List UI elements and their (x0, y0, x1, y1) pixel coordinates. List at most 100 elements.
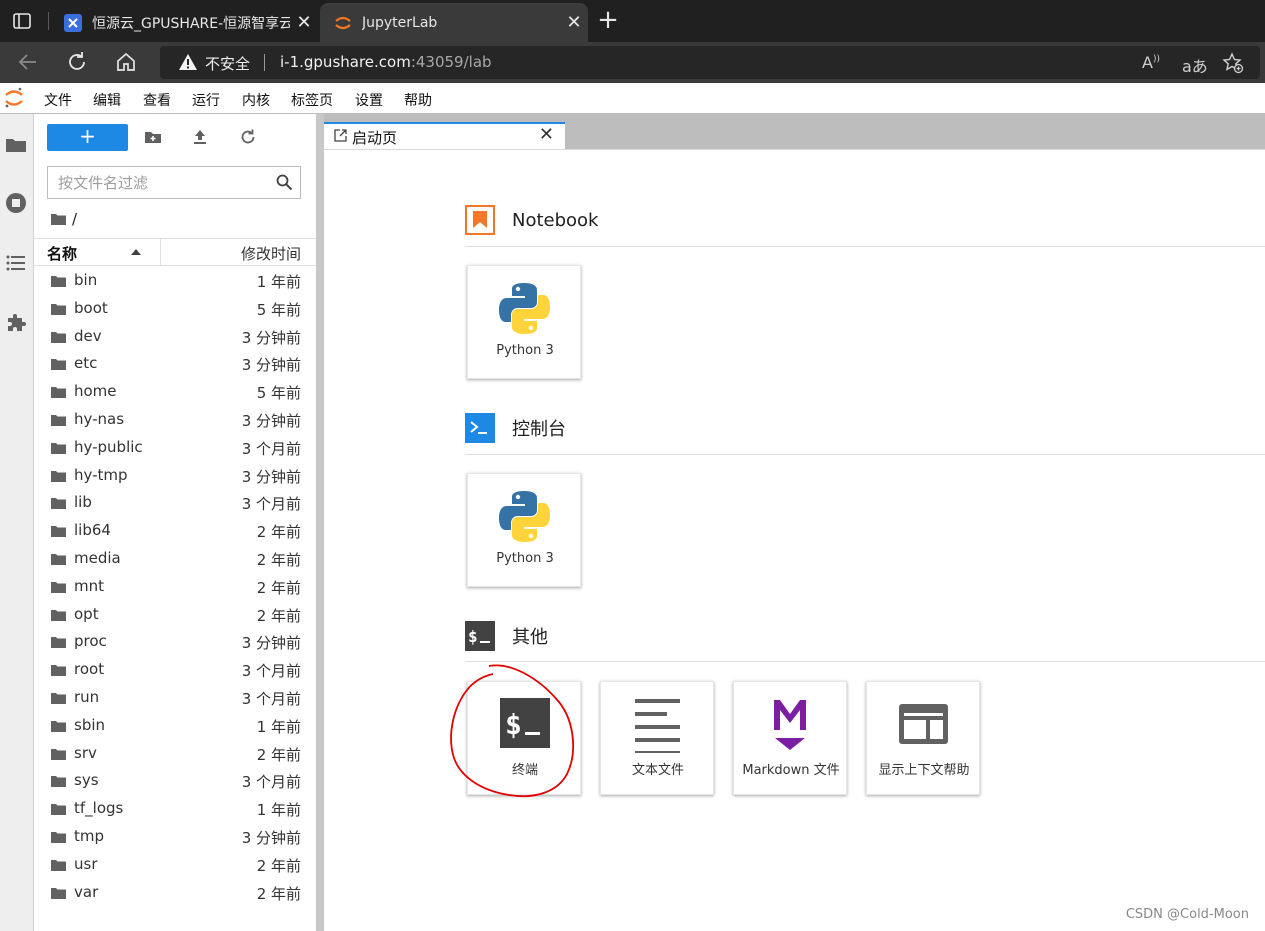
tab-launcher[interactable]: 启动页 ✕ (324, 122, 565, 150)
file-row[interactable]: tmp 3 分钟前 (34, 823, 316, 851)
tab-close-icon[interactable]: ✕ (560, 12, 588, 33)
close-icon[interactable]: ✕ (539, 124, 554, 145)
jupyter-favicon-icon (335, 16, 351, 29)
file-row[interactable]: mnt 2 年前 (34, 573, 316, 601)
new-launcher-button[interactable]: + (47, 124, 128, 151)
file-row[interactable]: lib64 2 年前 (34, 517, 316, 545)
breadcrumb-root[interactable]: / (72, 210, 77, 228)
panel-resize-handle[interactable] (316, 114, 324, 931)
security-label[interactable]: 不安全 (205, 53, 250, 74)
contextual-help-card[interactable]: 显示上下文帮助 (866, 681, 980, 795)
file-name: sbin (74, 715, 106, 734)
url-text[interactable]: i-1.gpushare.com:43059/lab (280, 53, 492, 71)
main-tab-bar: 启动页 ✕ (324, 114, 1265, 150)
file-row[interactable]: lib 3 个月前 (34, 489, 316, 517)
file-modified: 3 分钟前 (241, 467, 301, 486)
folder-icon (51, 637, 66, 649)
folder-icon (51, 776, 66, 788)
console-section-title: 控制台 (512, 419, 566, 440)
file-row[interactable]: boot 5 年前 (34, 295, 316, 323)
file-row[interactable]: tf_logs 1 年前 (34, 795, 316, 823)
folder-icon[interactable] (51, 213, 66, 225)
folder-icon[interactable] (5, 134, 27, 156)
file-row[interactable]: etc 3 分钟前 (34, 350, 316, 378)
menu-file[interactable]: 文件 (44, 90, 72, 110)
file-row[interactable]: home 5 年前 (34, 378, 316, 406)
notebook-python3-card[interactable]: Python 3 (467, 265, 581, 379)
modified-column-header[interactable]: 修改时间 (241, 243, 301, 264)
folder-icon (51, 359, 66, 371)
refresh-icon[interactable] (65, 50, 89, 74)
menu-kernel[interactable]: 内核 (242, 90, 270, 110)
console-section-header: 控制台 (465, 413, 566, 443)
python-logo-icon (499, 491, 550, 542)
menu-help[interactable]: 帮助 (404, 90, 432, 110)
folder-icon (51, 276, 66, 287)
browser-tab-gpushare[interactable]: 恒源云_GPUSHARE-恒源智享云 ✕ (50, 3, 318, 42)
markdown-file-card[interactable]: Markdown 文件 (733, 681, 847, 795)
file-modified: 1 年前 (256, 273, 301, 291)
tab-close-icon[interactable]: ✕ (290, 12, 318, 33)
file-name: sys (74, 771, 99, 790)
file-row[interactable]: opt 2 年前 (34, 601, 316, 629)
file-row[interactable]: media 2 年前 (34, 545, 316, 573)
left-activity-bar (0, 114, 34, 931)
name-column-header[interactable]: 名称 (47, 243, 77, 264)
console-python3-card[interactable]: Python 3 (467, 473, 581, 587)
markdown-icon (774, 700, 806, 750)
file-row[interactable]: srv 2 年前 (34, 740, 316, 768)
address-bar[interactable]: 不安全 i-1.gpushare.com:43059/lab A)) aあ (160, 46, 1260, 79)
folder-icon (51, 804, 66, 816)
folder-icon (51, 692, 66, 704)
column-divider[interactable] (160, 239, 161, 266)
translate-icon[interactable]: aあ (1182, 53, 1208, 77)
home-icon[interactable] (114, 50, 138, 74)
file-modified: 3 个月前 (241, 689, 301, 708)
text-file-card[interactable]: 文本文件 (600, 681, 714, 795)
extension-manager-icon[interactable] (5, 311, 27, 333)
read-aloud-icon[interactable]: A)) (1142, 53, 1160, 72)
folder-icon (51, 303, 66, 315)
launcher-tab-icon (334, 129, 347, 142)
sort-ascending-icon[interactable] (131, 249, 141, 255)
file-row[interactable]: sys 3 个月前 (34, 767, 316, 795)
new-tab-icon[interactable]: + (596, 7, 620, 33)
file-row[interactable]: root 3 个月前 (34, 656, 316, 684)
new-folder-icon[interactable] (144, 128, 162, 146)
file-browser: + / 名称 修改时间 bin 1 年前 boot 5 年前 dev 3 分钟前 etc 3 … (34, 114, 316, 931)
notebook-section-title: Notebook (512, 209, 599, 231)
table-of-contents-icon[interactable] (5, 252, 27, 274)
file-row[interactable]: sbin 1 年前 (34, 712, 316, 740)
refresh-file-list-icon[interactable] (239, 128, 257, 146)
file-row[interactable]: var 2 年前 (34, 879, 316, 907)
warning-icon[interactable] (178, 53, 198, 71)
menu-settings[interactable]: 设置 (355, 90, 383, 110)
file-row[interactable]: bin 1 年前 (34, 267, 316, 295)
file-row[interactable]: hy-tmp 3 分钟前 (34, 462, 316, 490)
other-section-header: $ 其他 (465, 621, 548, 651)
tab-bar-divider (324, 149, 1265, 150)
file-row[interactable]: dev 3 分钟前 (34, 323, 316, 351)
tab-title: JupyterLab (362, 14, 438, 31)
menu-view[interactable]: 查看 (143, 90, 171, 110)
folder-icon (51, 526, 66, 538)
folder-icon (51, 748, 66, 760)
upload-icon[interactable] (191, 128, 209, 146)
file-row[interactable]: hy-nas 3 分钟前 (34, 406, 316, 434)
favorites-icon[interactable] (1222, 52, 1244, 74)
back-icon[interactable] (16, 50, 40, 74)
file-filter-input[interactable] (48, 167, 263, 198)
file-row[interactable]: run 3 个月前 (34, 684, 316, 712)
file-row[interactable]: usr 2 年前 (34, 851, 316, 879)
breadcrumb[interactable]: / (51, 209, 77, 229)
menu-edit[interactable]: 编辑 (93, 90, 121, 110)
running-sessions-icon[interactable] (5, 192, 27, 214)
browser-tab-jupyterlab[interactable]: JupyterLab ✕ (320, 3, 588, 42)
section-divider (465, 661, 1265, 662)
menu-tabs[interactable]: 标签页 (291, 90, 333, 110)
file-row[interactable]: proc 3 分钟前 (34, 628, 316, 656)
file-row[interactable]: hy-public 3 个月前 (34, 434, 316, 462)
menu-run[interactable]: 运行 (192, 90, 220, 110)
file-name: hy-tmp (74, 465, 128, 484)
tab-actions-icon[interactable] (12, 11, 32, 31)
